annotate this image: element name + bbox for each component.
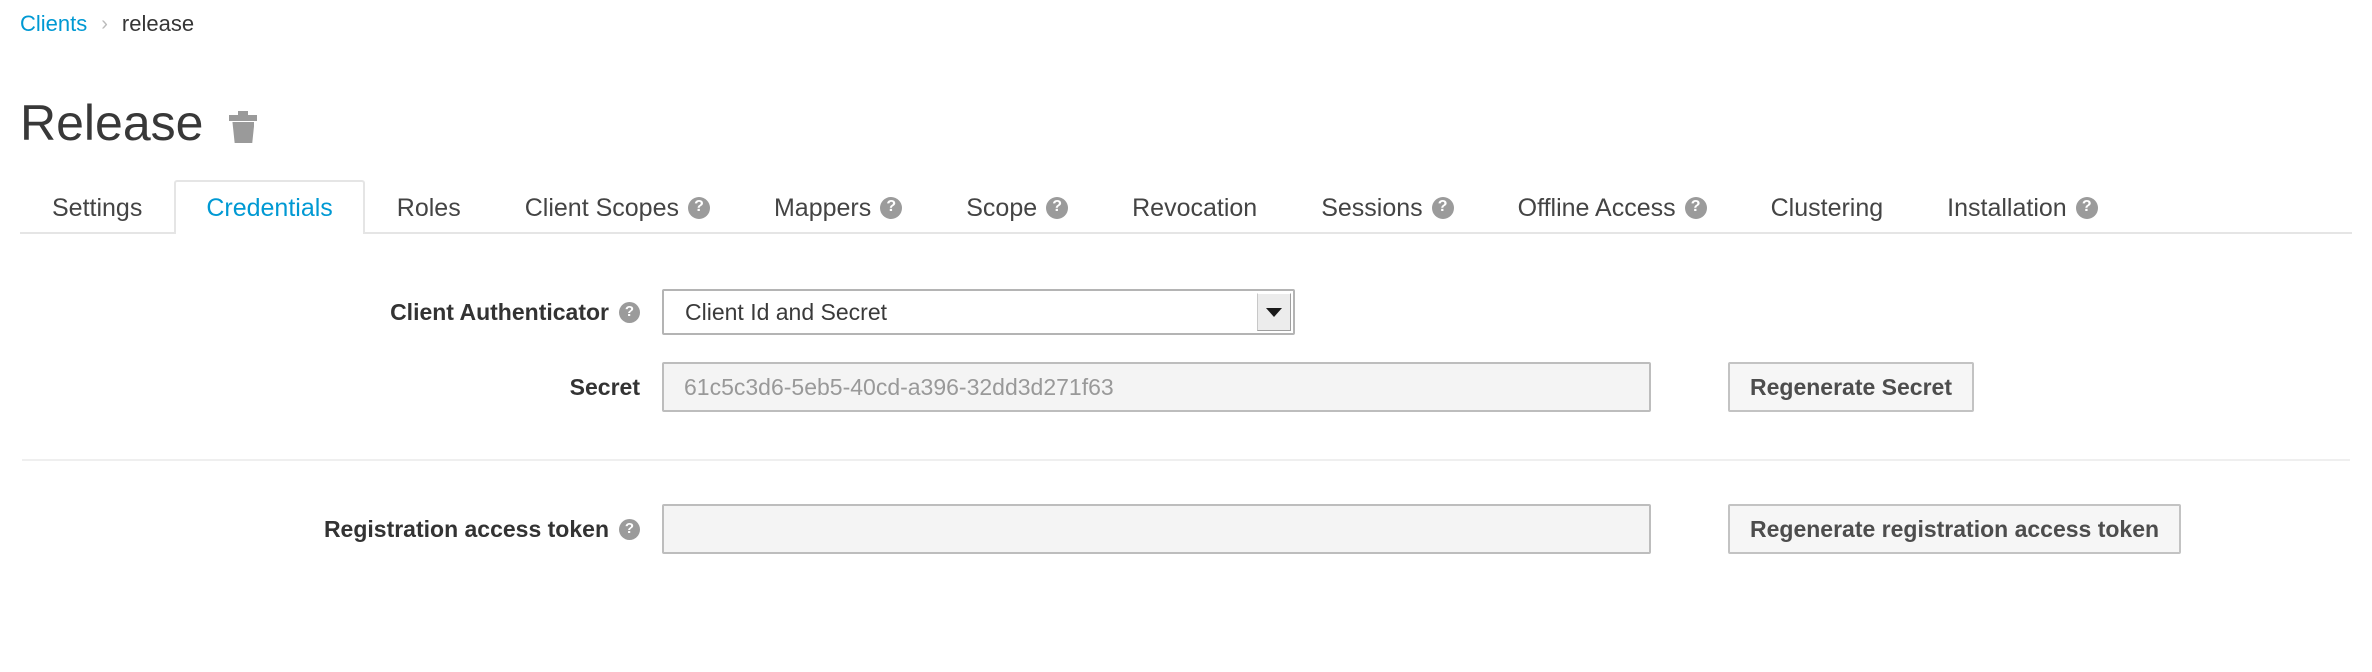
secret-label: Secret xyxy=(569,373,640,400)
tab-revocation[interactable]: Revocation xyxy=(1100,180,1289,234)
secret-field-area: 61c5c3d6-5eb5-40cd-a396-32dd3d271f63 Reg… xyxy=(662,362,1974,412)
tab-label: Credentials xyxy=(206,193,333,222)
regenerate-registration-access-token-button[interactable]: Regenerate registration access token xyxy=(1728,504,2182,554)
tab-label: Offline Access xyxy=(1517,193,1676,222)
tab-mappers[interactable]: Mappers? xyxy=(742,180,934,234)
client-authenticator-selected-value: Client Id and Secret xyxy=(685,298,888,325)
tab-roles[interactable]: Roles xyxy=(365,180,493,234)
secret-row: Secret 61c5c3d6-5eb5-40cd-a396-32dd3d271… xyxy=(20,362,1974,412)
tab-clustering[interactable]: Clustering xyxy=(1739,180,1916,234)
tab-label: Mappers xyxy=(773,193,872,222)
client-authenticator-label: Client Authenticator xyxy=(390,298,609,325)
help-icon[interactable]: ? xyxy=(2075,197,2098,219)
secret-label-group: Secret xyxy=(20,374,662,401)
section-divider xyxy=(22,459,2350,461)
registration-access-token-input[interactable] xyxy=(662,504,1651,554)
tab-label: Client Scopes xyxy=(524,193,679,222)
page-title: Release xyxy=(20,95,204,151)
tab-bar: Settings Credentials Roles Client Scopes? Ma… xyxy=(20,178,2352,236)
tab-offline-access[interactable]: Offline Access? xyxy=(1486,180,1739,234)
tab-sessions[interactable]: Sessions? xyxy=(1289,180,1485,234)
tab-label: Sessions xyxy=(1321,193,1423,222)
credentials-page: Clients › release Release Settings Creden… xyxy=(0,0,2372,672)
client-authenticator-help-icon[interactable]: ? xyxy=(619,301,640,323)
tab-credentials[interactable]: Credentials xyxy=(174,180,365,236)
help-icon[interactable]: ? xyxy=(1684,197,1707,219)
chevron-down-icon[interactable] xyxy=(1257,293,1291,331)
tab-label: Installation xyxy=(1947,193,2067,222)
breadcrumb-current-release: release xyxy=(121,11,195,36)
trash-icon-lid xyxy=(229,115,258,121)
breadcrumb-separator-icon: › xyxy=(101,13,108,35)
trash-icon[interactable] xyxy=(229,111,258,143)
registration-access-token-help-icon[interactable]: ? xyxy=(619,518,640,540)
client-authenticator-label-group: Client Authenticator ? xyxy=(20,299,662,326)
regenerate-secret-button[interactable]: Regenerate Secret xyxy=(1728,362,1974,412)
registration-access-token-row: Registration access token ? Regenerate r… xyxy=(20,504,2182,554)
help-icon[interactable]: ? xyxy=(1046,197,1069,219)
tab-client-scopes[interactable]: Client Scopes? xyxy=(493,180,742,234)
trash-icon-body xyxy=(232,122,255,143)
tab-installation[interactable]: Installation? xyxy=(1915,180,2130,234)
registration-access-token-label: Registration access token xyxy=(323,515,609,542)
client-authenticator-field-area: Client Id and Secret xyxy=(662,289,1295,335)
tab-label: Clustering xyxy=(1770,193,1884,222)
secret-input[interactable]: 61c5c3d6-5eb5-40cd-a396-32dd3d271f63 xyxy=(662,362,1651,412)
tab-label: Revocation xyxy=(1132,193,1258,222)
breadcrumb-link-clients[interactable]: Clients xyxy=(20,11,87,37)
chevron-down-glyph xyxy=(1266,307,1282,317)
tab-label: Scope xyxy=(966,193,1038,222)
tab-label: Settings xyxy=(52,193,143,222)
client-authenticator-select[interactable]: Client Id and Secret xyxy=(662,289,1295,335)
tab-settings[interactable]: Settings xyxy=(20,180,174,234)
help-icon[interactable]: ? xyxy=(1431,197,1454,219)
client-authenticator-row: Client Authenticator ? Client Id and Sec… xyxy=(20,289,1295,335)
tab-label: Roles xyxy=(396,193,461,222)
tab-scope[interactable]: Scope? xyxy=(934,180,1100,234)
registration-access-token-field-area: Regenerate registration access token xyxy=(662,504,2182,554)
help-icon[interactable]: ? xyxy=(687,197,710,219)
registration-access-token-label-group: Registration access token ? xyxy=(20,516,662,543)
breadcrumb: Clients › release xyxy=(20,11,194,37)
help-icon[interactable]: ? xyxy=(880,197,903,219)
page-header: Release xyxy=(20,95,258,151)
